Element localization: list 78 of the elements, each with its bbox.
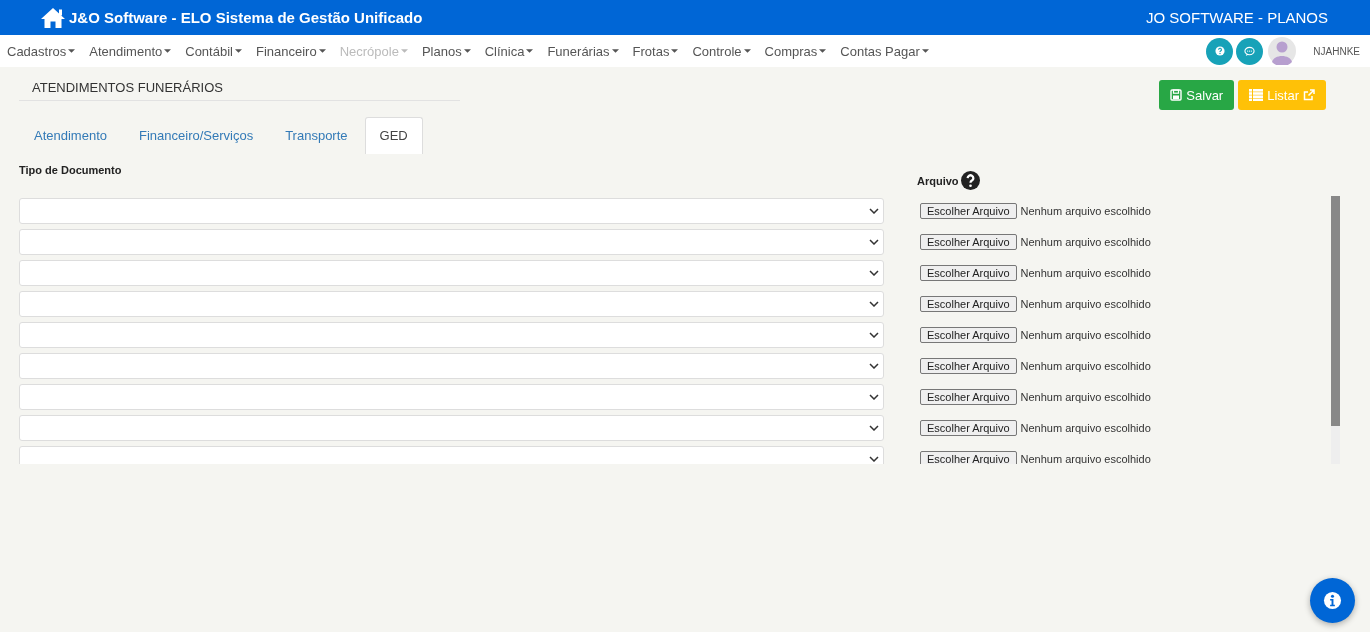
chevron-icon (869, 270, 879, 276)
caret-icon (526, 49, 534, 53)
chevron-icon (869, 394, 879, 400)
chevron-icon (869, 425, 879, 431)
menu-item[interactable]: Atendimento (89, 43, 172, 59)
info-icon (1323, 591, 1342, 610)
caret-icon (234, 49, 242, 53)
chat-bubble-icon (1244, 45, 1256, 57)
tab[interactable]: Atendimento (19, 117, 122, 154)
choose-file-button[interactable]: Escolher Arquivo (920, 265, 1017, 281)
menu-item[interactable]: Planos (421, 43, 471, 59)
select-field[interactable] (19, 353, 884, 379)
chevron-icon (869, 363, 879, 369)
choose-file-button[interactable]: Escolher Arquivo (920, 389, 1017, 405)
file-status: Nenhum arquivo escolhido (1020, 391, 1151, 403)
file-status: Nenhum arquivo escolhido (1020, 205, 1151, 217)
caret-icon (743, 49, 751, 53)
select-field[interactable] (19, 229, 884, 255)
select-field[interactable] (19, 291, 884, 317)
help-icon[interactable] (960, 171, 980, 190)
avatar-icon[interactable] (1268, 37, 1297, 65)
file-status: Nenhum arquivo escolhido (1020, 422, 1151, 434)
choose-file-button[interactable]: Escolher Arquivo (920, 203, 1017, 219)
select-field[interactable] (19, 322, 884, 348)
choose-file-button[interactable]: Escolher Arquivo (920, 296, 1017, 312)
choose-file-button[interactable]: Escolher Arquivo (920, 234, 1017, 250)
caret-icon (921, 49, 929, 53)
menu-item[interactable]: Compras (764, 43, 827, 59)
help-button[interactable] (1206, 37, 1234, 65)
scrollbar[interactable] (1331, 196, 1340, 464)
chevron-icon (869, 332, 879, 338)
menu-item[interactable]: Contábil (185, 43, 242, 59)
file-status: Nenhum arquivo escolhido (1020, 236, 1151, 248)
chevron-icon (869, 239, 879, 245)
caret-icon (463, 49, 471, 53)
chat-button[interactable] (1236, 37, 1264, 65)
caret-icon (819, 49, 827, 53)
page-title: ATENDIMENTOS FUNERÁRIOS (19, 80, 460, 101)
menu-item[interactable]: Contas Pagar (840, 43, 929, 59)
select-field[interactable] (19, 384, 884, 410)
caret-icon (68, 49, 76, 53)
external-link-icon (1303, 89, 1315, 101)
caret-icon (164, 49, 172, 53)
menu-item[interactable]: Clínica (484, 43, 534, 59)
caret-icon (318, 49, 326, 53)
company-title: JO SOFTWARE - PLANOS (1146, 9, 1328, 26)
field-label: Arquivo (917, 174, 959, 187)
file-status: Nenhum arquivo escolhido (1020, 298, 1151, 310)
choose-file-button[interactable]: Escolher Arquivo (920, 420, 1017, 436)
info-button[interactable] (1310, 578, 1355, 623)
menu-item[interactable]: Financeiro (255, 43, 326, 59)
menu-item[interactable]: Cadastros (7, 43, 76, 59)
caret-icon (400, 49, 408, 53)
choose-file-button[interactable]: Escolher Arquivo (920, 327, 1017, 343)
caret-icon (671, 49, 679, 53)
home-icon[interactable] (40, 6, 66, 29)
chevron-icon (869, 301, 879, 307)
field-label: Tipo de Documento (19, 164, 123, 178)
file-status: Nenhum arquivo escolhido (1020, 267, 1151, 279)
tab[interactable]: Transporte (270, 117, 363, 154)
chevron-icon (869, 456, 879, 462)
select-field[interactable] (19, 415, 884, 441)
user-name[interactable]: NJAHNKE (1313, 45, 1360, 57)
chevron-icon (869, 208, 879, 214)
file-status: Nenhum arquivo escolhido (1020, 360, 1151, 372)
caret-icon (611, 49, 619, 53)
menu-item[interactable]: Funerárias (547, 43, 619, 59)
menu-item[interactable]: Controle (692, 43, 751, 59)
app-title: J&O Software - ELO Sistema de Gestão Unificado (69, 9, 423, 26)
menu-item[interactable]: Frotas (632, 43, 679, 59)
choose-file-button[interactable]: Escolher Arquivo (920, 358, 1017, 374)
tab[interactable]: GED (364, 117, 423, 154)
help-icon (1214, 46, 1225, 56)
select-field[interactable] (19, 198, 884, 224)
select-field[interactable] (19, 260, 884, 286)
list-icon (1249, 89, 1264, 101)
file-status: Nenhum arquivo escolhido (1020, 329, 1151, 341)
tab[interactable]: Financeiro/Serviços (124, 117, 269, 154)
